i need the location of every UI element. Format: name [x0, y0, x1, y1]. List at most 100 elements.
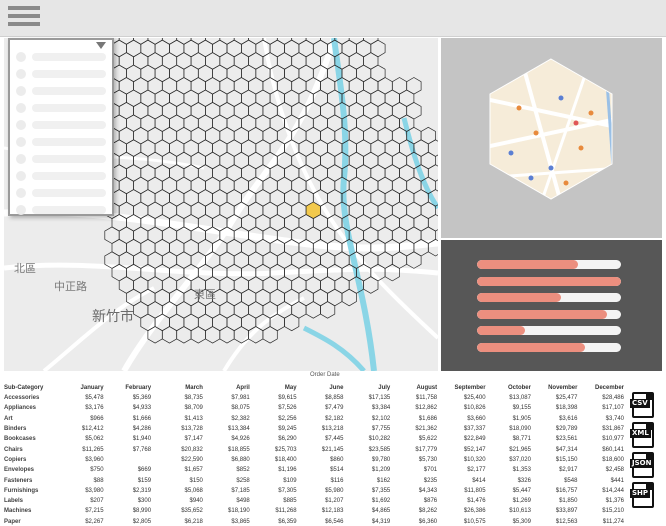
table-cell: $2,267: [85, 518, 104, 525]
table-cell: $109: [283, 477, 297, 484]
dropdown-option[interactable]: [16, 205, 108, 215]
option-placeholder: [32, 155, 106, 163]
table-cell: $31,867: [602, 426, 624, 433]
table-cell: $6,290: [278, 436, 297, 443]
option-placeholder: [32, 70, 106, 78]
column-header[interactable]: Sub-Category: [4, 382, 56, 393]
hex-cell[interactable]: [284, 313, 300, 332]
table-cell: $15,210: [602, 508, 624, 515]
download-csv-button[interactable]: CSV: [630, 392, 654, 418]
option-placeholder: [32, 206, 106, 214]
table-cell: $4,926: [231, 436, 250, 443]
table-cell: $207: [90, 498, 104, 505]
table-cell: $16,757: [555, 487, 578, 494]
table-row: Furnishings $3,980 $2,319 $5,068 $7,185 $7,30…: [4, 486, 624, 496]
table-cell: $18,090: [509, 426, 531, 433]
radio-dot-icon: [16, 154, 26, 164]
column-header[interactable]: September: [437, 382, 486, 393]
dropdown-option[interactable]: [16, 120, 108, 130]
column-header[interactable]: January: [56, 382, 104, 393]
table-cell: $7,479: [325, 405, 344, 412]
radio-dot-icon: [16, 86, 26, 96]
table-header-row: Sub-Category January February March April May…: [4, 382, 624, 393]
download-json-button[interactable]: JSON: [630, 452, 654, 478]
hex-cell[interactable]: [384, 263, 400, 282]
row-label: Paper: [4, 518, 21, 525]
table-row: Labels $207 $300 $940 $498 $885 $1,207 $1,692 $8…: [4, 496, 624, 506]
table-cell: $21,145: [321, 446, 344, 453]
table-cell: $5,062: [85, 436, 104, 443]
table-cell: $441: [610, 477, 624, 484]
row-label: Art: [4, 415, 13, 422]
table-cell: $37,337: [463, 426, 486, 433]
table-cell: $2,182: [325, 415, 344, 422]
dropdown-option[interactable]: [16, 154, 108, 164]
column-header[interactable]: April: [203, 382, 250, 393]
progress-bar: [477, 293, 621, 302]
option-placeholder: [32, 172, 106, 180]
table-cell: $3,176: [85, 405, 104, 412]
table-cell: $3,865: [231, 518, 250, 525]
download-xml-button[interactable]: XML: [630, 422, 654, 448]
top-toolbar: [0, 0, 666, 37]
progress-bar: [477, 342, 621, 352]
layer-dropdown[interactable]: [8, 38, 114, 216]
dropdown-option[interactable]: [16, 52, 108, 62]
table-cell: $12,563: [555, 518, 578, 525]
progress-fill: [477, 326, 525, 335]
table-cell: $966: [90, 415, 104, 422]
row-label: Appliances: [4, 405, 37, 412]
table-cell: $3,660: [467, 415, 486, 422]
radio-dot-icon: [16, 69, 26, 79]
table-cell: $2,805: [132, 518, 152, 525]
column-header[interactable]: July: [343, 382, 390, 393]
table-cell: $8,858: [325, 395, 344, 402]
table-cell: $10,977: [602, 436, 624, 443]
dropdown-option[interactable]: [16, 137, 108, 147]
progress-fill: [477, 260, 578, 269]
chevron-down-icon[interactable]: [96, 42, 106, 49]
table-row: Binders $12,412 $4,286 $13,728 $13,384 $9,245…: [4, 424, 624, 434]
table-cell: $22,590: [181, 456, 203, 463]
table-cell: $8,771: [512, 436, 531, 443]
table-cell: $11,265: [82, 446, 104, 453]
table-cell: $548: [564, 477, 578, 484]
map-label-city: 新竹市: [92, 308, 134, 324]
table-row: Art $966 $1,666 $1,413 $2,382 $2,256 $2,182 $2,…: [4, 414, 624, 424]
table-cell: $3,384: [371, 405, 391, 412]
download-shp-button[interactable]: SHP: [630, 482, 654, 508]
file-type-label: JSON: [630, 459, 654, 468]
hex-cell[interactable]: [341, 288, 357, 307]
option-placeholder: [32, 189, 106, 197]
dropdown-option[interactable]: [16, 103, 108, 113]
column-header[interactable]: December: [577, 382, 624, 393]
table-cell: $6,546: [325, 518, 344, 525]
table-row: Paper $2,267 $2,805 $6,218 $3,865 $6,359 $6,54…: [4, 517, 624, 526]
table-cell: $13,087: [509, 395, 531, 402]
column-header[interactable]: June: [297, 382, 343, 393]
column-header[interactable]: August: [390, 382, 437, 393]
table-cell: $4,933: [132, 405, 152, 412]
dropdown-option[interactable]: [16, 171, 108, 181]
column-header[interactable]: March: [151, 382, 203, 393]
hamburger-menu-icon[interactable]: [8, 6, 40, 30]
radio-dot-icon: [16, 120, 26, 130]
dropdown-option[interactable]: [16, 86, 108, 96]
option-placeholder: [32, 121, 106, 129]
column-header[interactable]: November: [531, 382, 577, 393]
table-cell: $9,780: [371, 456, 391, 463]
column-header[interactable]: October: [486, 382, 531, 393]
column-header[interactable]: May: [250, 382, 297, 393]
table-cell: $17,135: [368, 395, 391, 402]
column-header[interactable]: February: [104, 382, 151, 393]
table-cell: $3,740: [605, 415, 624, 422]
table-cell: $669: [137, 467, 152, 474]
table-cell: $1,376: [605, 498, 624, 505]
dropdown-option[interactable]: [16, 188, 108, 198]
table-cell: $5,309: [512, 518, 531, 525]
radio-dot-icon: [16, 52, 26, 62]
dropdown-option[interactable]: [16, 69, 108, 79]
radio-dot-icon: [16, 137, 26, 147]
table-cell: $514: [330, 467, 344, 474]
table-cell: $5,980: [325, 487, 344, 494]
